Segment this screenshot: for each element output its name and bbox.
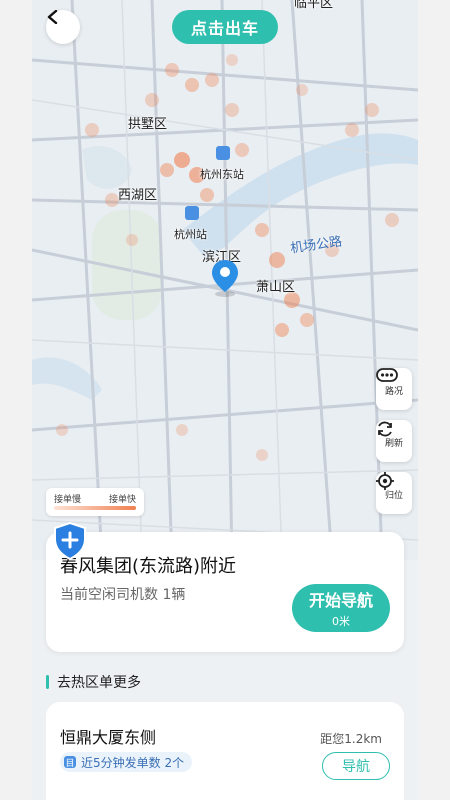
depart-button[interactable]: 点击出车 xyxy=(172,10,278,44)
hot-area-card[interactable]: 恒鼎大厦东侧 距您1.2km 目 近5分钟发单数 2个 导航 xyxy=(46,702,404,800)
legend-gradient-bar xyxy=(54,506,136,510)
district-label: 西湖区 xyxy=(118,188,158,203)
order-count-badge: 目 近5分钟发单数 2个 xyxy=(60,752,193,772)
locate-button[interactable]: 归位 xyxy=(376,472,412,514)
hot-area-navigate-button[interactable]: 导航 xyxy=(322,752,390,780)
navigation-distance: 0米 xyxy=(332,615,350,628)
idle-drivers-text: 当前空闲司机数 1辆 xyxy=(60,587,186,603)
crosshair-icon xyxy=(376,472,394,490)
heat-legend: 接单慢 接单快 xyxy=(46,488,144,516)
station-label: 杭州东站 xyxy=(200,168,244,181)
location-pin-icon xyxy=(210,258,240,298)
map-view[interactable]: 拱墅区 西湖区 滨江区 萧山区 临平区 杭州东站 杭州站 机场公路 点击出车 路… xyxy=(32,0,418,560)
back-button[interactable] xyxy=(46,10,80,44)
west-lake-shape xyxy=(82,146,132,189)
station-marker-east xyxy=(216,146,230,160)
traffic-icon xyxy=(376,368,398,382)
district-label: 拱墅区 xyxy=(128,117,168,132)
chevron-left-icon xyxy=(47,10,58,24)
hot-section-title: 去热区单更多 xyxy=(46,672,141,692)
start-navigation-label: 开始导航 xyxy=(308,591,373,610)
district-label: 萧山区 xyxy=(256,280,296,295)
station-marker-main xyxy=(185,206,199,220)
traffic-button[interactable]: 路况 xyxy=(376,368,412,410)
location-card: 春风集团(东流路)附近 当前空闲司机数 1辆 开始导航 0米 xyxy=(46,532,404,652)
order-icon: 目 xyxy=(64,756,76,769)
legend-slow-label: 接单慢 xyxy=(54,495,82,505)
safety-shield-icon[interactable] xyxy=(52,521,88,561)
order-count-text: 近5分钟发单数 2个 xyxy=(81,755,185,770)
hot-area-name: 恒鼎大厦东侧 xyxy=(60,728,157,747)
refresh-button[interactable]: 刷新 xyxy=(376,420,412,462)
hot-section-label: 去热区单更多 xyxy=(57,675,141,691)
traffic-label: 路况 xyxy=(384,386,403,397)
station-label: 杭州站 xyxy=(174,228,207,241)
section-accent-bar xyxy=(46,675,49,689)
district-label: 临平区 xyxy=(294,0,334,11)
app-frame: 拱墅区 西湖区 滨江区 萧山区 临平区 杭州东站 杭州站 机场公路 点击出车 路… xyxy=(32,0,418,800)
hot-area-distance: 距您1.2km xyxy=(320,732,382,746)
refresh-icon xyxy=(378,421,392,437)
start-navigation-button[interactable]: 开始导航 0米 xyxy=(292,584,390,632)
legend-fast-label: 接单快 xyxy=(108,495,136,505)
